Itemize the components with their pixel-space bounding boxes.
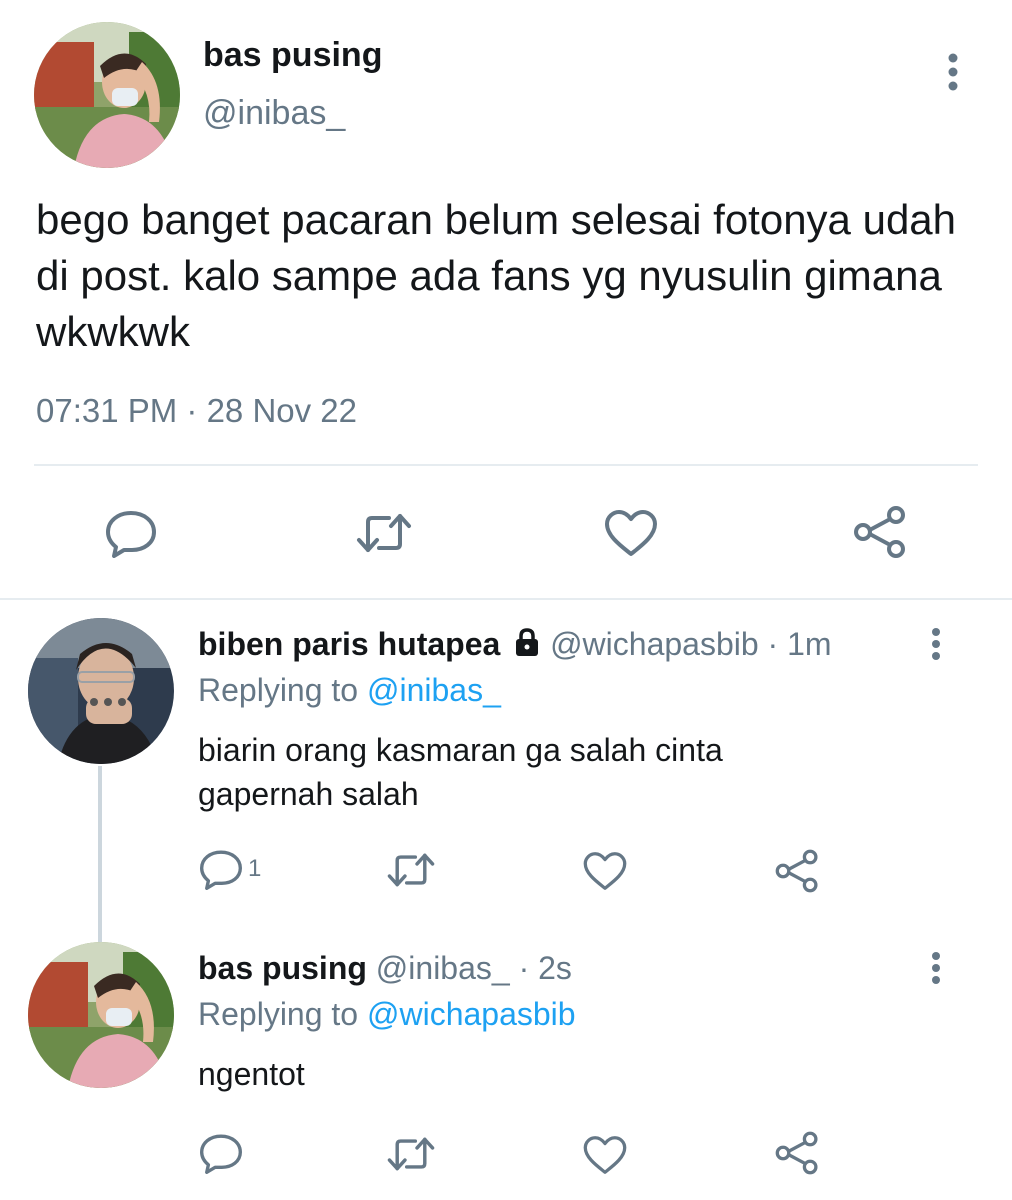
reply-button[interactable] [104, 508, 158, 558]
reply-button[interactable]: 1 [198, 848, 261, 890]
replying-to-link[interactable]: @inibas_ [367, 672, 501, 708]
replying-to-link[interactable]: @wichapasbib [367, 996, 576, 1032]
avatar[interactable] [34, 22, 180, 168]
divider [0, 598, 1012, 600]
more-options-icon[interactable] [926, 950, 946, 990]
author-handle[interactable]: @inibas_ [203, 94, 345, 133]
reply-count: 1 [248, 855, 262, 882]
reply-icon [200, 850, 242, 890]
lock-icon [513, 627, 541, 665]
reply-text-line: biarin orang kasmaran ga salah cinta [198, 732, 723, 768]
tweet-text: bego banget pacaran belum selesai fotony… [36, 196, 957, 355]
tweet-timestamp[interactable]: 07:31 PM · 28 Nov 22 [36, 392, 357, 430]
replying-to: Replying to @wichapasbib [198, 996, 576, 1033]
reply-author-handle[interactable]: @inibas_ [376, 950, 510, 986]
avatar[interactable] [28, 618, 174, 764]
reply-button[interactable] [198, 1132, 244, 1174]
heart-icon [583, 1136, 627, 1174]
retweet-icon [357, 514, 411, 552]
retweet-icon [387, 853, 435, 887]
like-button[interactable] [603, 508, 659, 558]
like-button[interactable] [582, 850, 628, 892]
thread-line [98, 766, 102, 942]
heart-icon [583, 852, 627, 890]
replying-to-label: Replying to [198, 672, 367, 708]
reply-header: bas pusing @inibas_ · 2s [198, 950, 572, 987]
share-icon [854, 506, 905, 558]
share-button[interactable] [774, 848, 820, 894]
retweet-button[interactable] [355, 510, 413, 556]
reply-text: ngentot [198, 1052, 305, 1096]
share-icon [775, 849, 818, 893]
more-options-icon[interactable] [926, 626, 946, 666]
retweet-icon [387, 1137, 435, 1171]
reply-time[interactable]: · 2s [519, 950, 572, 986]
replying-to-label: Replying to [198, 996, 367, 1032]
replying-to: Replying to @inibas_ [198, 672, 501, 709]
like-button[interactable] [582, 1134, 628, 1176]
author-name[interactable]: bas pusing [203, 36, 382, 75]
reply-header: biben paris hutapea @wichapasbib · 1m [198, 626, 832, 665]
retweet-button[interactable] [386, 850, 436, 890]
heart-icon [605, 510, 657, 556]
reply-text-line: ngentot [198, 1056, 305, 1092]
divider [34, 464, 978, 466]
share-button[interactable] [774, 1130, 820, 1176]
reply-icon [106, 511, 156, 558]
avatar[interactable] [28, 942, 174, 1088]
more-options-icon[interactable] [940, 50, 966, 94]
reply-text-line: gapernah salah [198, 776, 419, 812]
reply-icon [200, 1134, 242, 1174]
retweet-button[interactable] [386, 1134, 436, 1174]
reply-text: biarin orang kasmaran ga salah cinta gap… [198, 728, 723, 816]
share-icon [775, 1131, 818, 1175]
reply-author-name[interactable]: bas pusing [198, 950, 367, 986]
reply-author-handle[interactable]: @wichapasbib [550, 626, 759, 662]
share-button[interactable] [852, 504, 908, 560]
reply-author-name[interactable]: biben paris hutapea [198, 626, 500, 662]
reply-time[interactable]: · 1m [768, 626, 832, 662]
